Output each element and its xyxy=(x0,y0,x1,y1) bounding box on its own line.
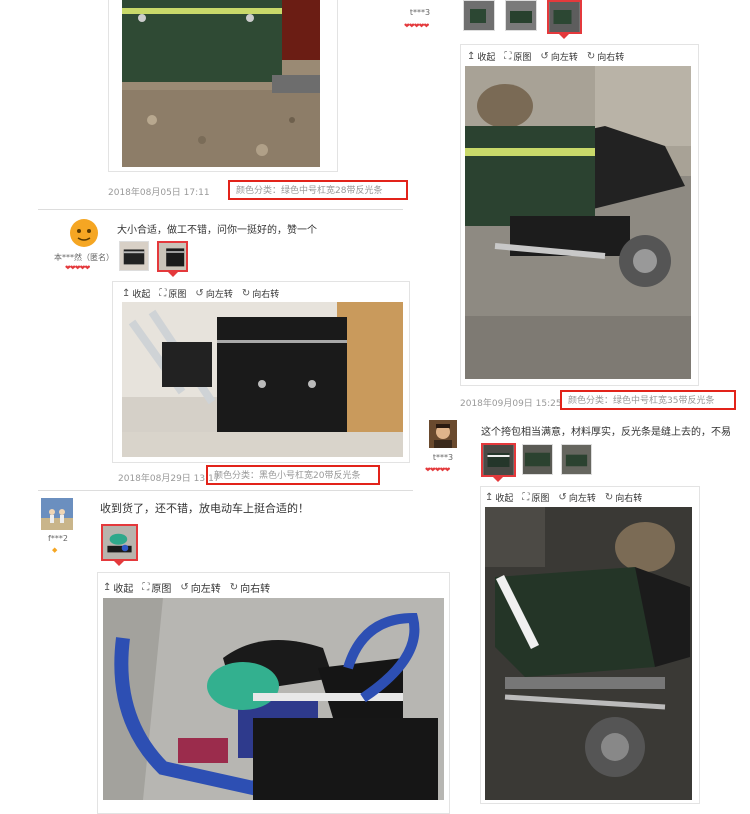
rotate-right-button[interactable]: ↻ 向右转 xyxy=(587,50,624,63)
review2-thumb-2[interactable] xyxy=(157,241,188,272)
review2-date: 2018年08月29日 13:17 xyxy=(118,474,220,484)
rotate-right-button[interactable]: ↻ 向右转 xyxy=(242,287,279,300)
avatar xyxy=(69,218,99,248)
review5-thumb-2[interactable] xyxy=(522,444,553,475)
review4-thumb-1[interactable] xyxy=(463,0,495,31)
original-image-button[interactable]: ⛶ 原图 xyxy=(142,580,171,595)
review1-photo[interactable] xyxy=(122,0,320,167)
collapse-button[interactable]: ↥ 收起 xyxy=(485,491,513,504)
rotate-left-button[interactable]: ↺ 向左转 xyxy=(558,491,595,504)
collapse-icon: ↥ xyxy=(485,491,494,503)
rotate-left-button[interactable]: ↺ 向左转 xyxy=(540,50,577,63)
rating-diamond: ◆ xyxy=(52,546,57,554)
rotate-right-icon: ↻ xyxy=(586,50,596,62)
divider xyxy=(38,209,403,210)
review2-image-toolbar: ↥ 收起 ⛶ 原图 ↺ 向左转 ↻ 向右转 xyxy=(122,286,279,300)
avatar xyxy=(429,420,457,448)
original-image-button[interactable]: ⛶ 原图 xyxy=(522,491,549,504)
expand-icon: ⛶ xyxy=(504,50,512,62)
rotate-left-icon: ↺ xyxy=(195,287,204,299)
rotate-left-icon: ↺ xyxy=(180,581,189,593)
rotate-right-icon: ↻ xyxy=(229,581,239,593)
review1-sku: 颜色分类：绿色中号杠宽28带反光条 xyxy=(228,180,408,200)
rotate-left-button[interactable]: ↺ 向左转 xyxy=(180,580,220,595)
collapse-icon: ↥ xyxy=(103,581,112,593)
review3-username: f***2 xyxy=(48,534,68,543)
review3-thumb-1[interactable] xyxy=(101,524,138,561)
rotate-right-icon: ↻ xyxy=(241,287,251,299)
review2-photo[interactable] xyxy=(122,302,403,457)
review5-username: t***3 xyxy=(432,453,454,462)
review3-photo[interactable] xyxy=(103,598,444,800)
expand-icon: ⛶ xyxy=(522,491,530,503)
selection-caret xyxy=(168,272,178,277)
collapse-button[interactable]: ↥ 收起 xyxy=(122,287,150,300)
original-image-button[interactable]: ⛶ 原图 xyxy=(159,287,186,300)
review2-username: 本***然（匿名） xyxy=(54,253,114,262)
review4-image-toolbar: ↥ 收起 ⛶ 原图 ↺ 向左转 ↻ 向右转 xyxy=(467,49,624,63)
review2-comment: 大小合适，做工不错，问你一挺好的，赞一个 xyxy=(117,225,317,236)
review5-thumb-3[interactable] xyxy=(561,444,592,475)
collapse-button[interactable]: ↥ 收起 xyxy=(103,580,133,595)
rating-hearts: ❤❤❤❤❤ xyxy=(65,264,90,272)
rotate-right-button[interactable]: ↻ 向右转 xyxy=(230,580,270,595)
rating-hearts: ❤❤❤❤❤ xyxy=(425,466,450,474)
review3-comment: 收到货了，还不错，放电动车上挺合适的！ xyxy=(100,502,309,515)
review4-thumb-2[interactable] xyxy=(505,0,537,31)
divider xyxy=(38,490,413,491)
collapse-button[interactable]: ↥ 收起 xyxy=(467,50,495,63)
review4-username: t***3 xyxy=(409,8,431,17)
review2-thumb-1[interactable] xyxy=(119,241,149,271)
selection-caret xyxy=(493,477,503,482)
review4-thumb-3[interactable] xyxy=(547,0,582,34)
review5-photo[interactable] xyxy=(485,507,692,800)
selection-caret xyxy=(114,561,124,566)
collapse-icon: ↥ xyxy=(122,287,131,299)
review4-photo[interactable] xyxy=(465,66,691,379)
review5-comment: 这个挎包相当满意，材料厚实，反光条是缝上去的，不易 xyxy=(481,427,731,438)
rotate-left-icon: ↺ xyxy=(558,491,567,503)
rotate-left-icon: ↺ xyxy=(540,50,549,62)
original-image-button[interactable]: ⛶ 原图 xyxy=(504,50,531,63)
rotate-right-icon: ↻ xyxy=(604,491,614,503)
expand-icon: ⛶ xyxy=(142,581,150,593)
review1-date: 2018年08月05日 17:11 xyxy=(108,188,210,198)
rotate-right-button[interactable]: ↻ 向右转 xyxy=(605,491,642,504)
rating-hearts: ❤❤❤❤❤ xyxy=(404,22,429,30)
expand-icon: ⛶ xyxy=(159,287,167,299)
avatar xyxy=(41,498,73,530)
review2-sku: 颜色分类：黑色小号杠宽20带反光条 xyxy=(206,465,380,485)
review4-sku: 颜色分类：绿色中号杠宽35带反光条 xyxy=(560,390,736,410)
collapse-icon: ↥ xyxy=(467,50,476,62)
review3-image-toolbar: ↥ 收起 ⛶ 原图 ↺ 向左转 ↻ 向右转 xyxy=(103,580,270,595)
review4-date: 2018年09月09日 15:25 xyxy=(460,399,562,409)
review5-image-toolbar: ↥ 收起 ⛶ 原图 ↺ 向左转 ↻ 向右转 xyxy=(485,490,642,504)
review5-thumb-1[interactable] xyxy=(481,443,516,477)
rotate-left-button[interactable]: ↺ 向左转 xyxy=(195,287,232,300)
selection-caret xyxy=(559,34,569,39)
